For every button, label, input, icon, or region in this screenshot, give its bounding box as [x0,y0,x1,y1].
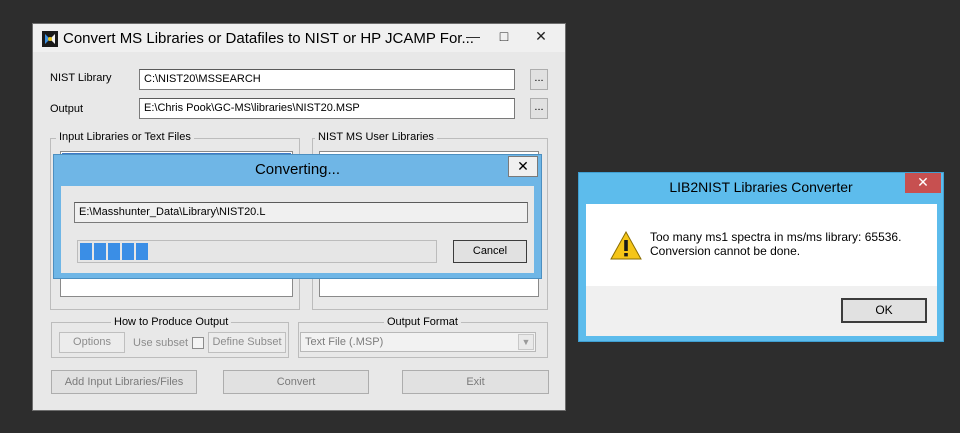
nist-library-browse-button[interactable]: ... [530,69,548,90]
converting-dialog: Converting... ✕ E:\Masshunter_Data\Libra… [53,154,542,279]
minimize-button[interactable]: — [457,25,489,49]
lib2nist-button-area: OK [586,286,937,336]
lib2nist-message-area: Too many ms1 spectra in ms/ms library: 6… [586,204,937,286]
lib2nist-dialog-title: LIB2NIST Libraries Converter [669,179,853,195]
warning-icon [610,231,642,260]
use-subset-label: Use subset [133,337,189,349]
converting-file-path: E:\Masshunter_Data\Library\NIST20.L [74,202,528,223]
nist-library-field[interactable]: C:\NIST20\MSSEARCH [139,69,515,90]
output-format-select[interactable]: Text File (.MSP) ▼ [300,332,536,352]
progress-segment [122,243,134,260]
options-button[interactable]: Options [59,332,125,353]
define-subset-button[interactable]: Define Subset [208,332,286,353]
progress-segment [94,243,106,260]
how-to-produce-group-title: How to Produce Output [111,316,232,328]
exit-button[interactable]: Exit [402,370,549,394]
converting-dialog-body: E:\Masshunter_Data\Library\NIST20.L Canc… [61,186,534,273]
close-button[interactable]: ✕ [519,25,563,49]
progress-segment [108,243,120,260]
nist-library-label: NIST Library [50,72,112,84]
output-format-value: Text File (.MSP) [305,336,384,348]
output-browse-button[interactable]: ... [530,98,548,119]
dropdown-arrow-icon[interactable]: ▼ [518,334,534,350]
progress-segment [80,243,92,260]
lib2nist-dialog: LIB2NIST Libraries Converter ✕ Too many … [578,172,944,342]
converting-dialog-title: Converting... [254,161,341,178]
ok-button[interactable]: OK [841,298,927,323]
error-message-line1: Too many ms1 spectra in ms/ms library: 6… [650,230,902,244]
lib2nist-close-button[interactable]: ✕ [905,173,941,193]
app-icon [42,31,58,47]
output-label: Output [50,103,84,115]
input-libraries-group-title: Input Libraries or Text Files [56,131,194,143]
error-message-line2: Conversion cannot be done. [650,244,801,258]
converting-close-button[interactable]: ✕ [508,156,538,177]
cancel-button[interactable]: Cancel [453,240,527,263]
progress-segment [136,243,148,260]
convert-button[interactable]: Convert [223,370,369,394]
use-subset-checkbox[interactable] [192,337,204,349]
main-title-bar[interactable]: Convert MS Libraries or Datafiles to NIS… [33,24,565,52]
maximize-button[interactable]: □ [488,25,520,49]
window-title: Convert MS Libraries or Datafiles to NIS… [63,30,474,47]
user-libraries-group-title: NIST MS User Libraries [315,131,437,143]
add-input-libraries-button[interactable]: Add Input Libraries/Files [51,370,197,394]
output-field[interactable]: E:\Chris Pook\GC-MS\libraries\NIST20.MSP [139,98,515,119]
output-format-group-title: Output Format [384,316,461,328]
conversion-progress-bar [77,240,437,263]
